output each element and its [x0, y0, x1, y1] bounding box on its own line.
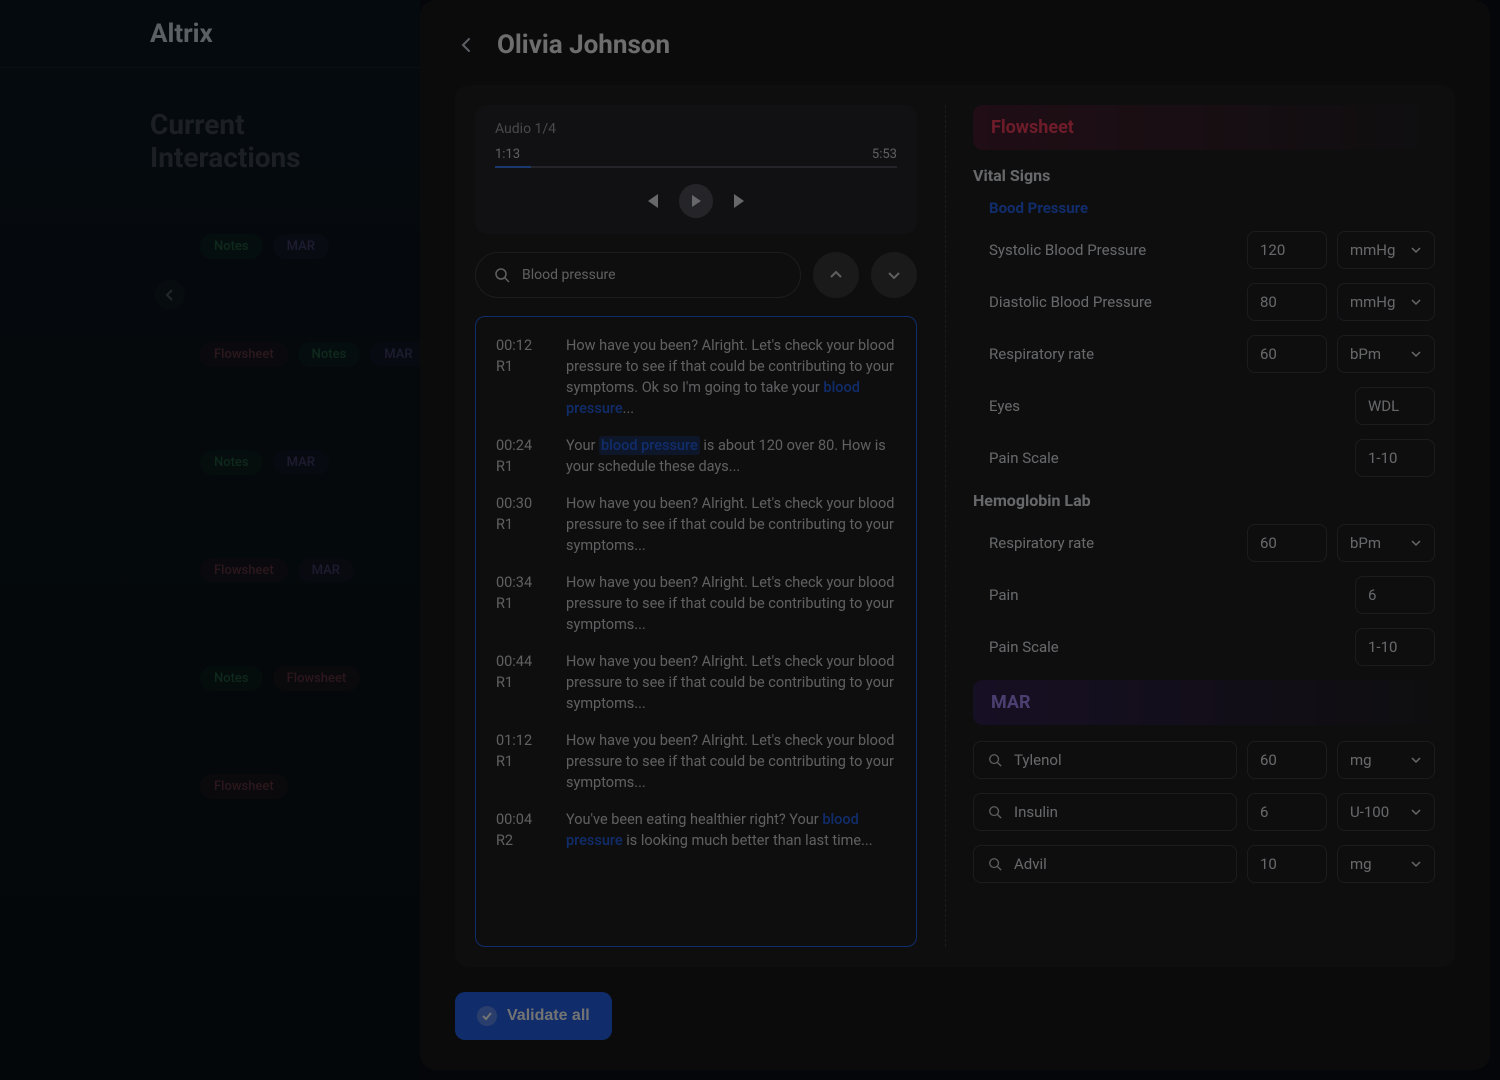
modal-overlay	[0, 0, 1500, 1080]
